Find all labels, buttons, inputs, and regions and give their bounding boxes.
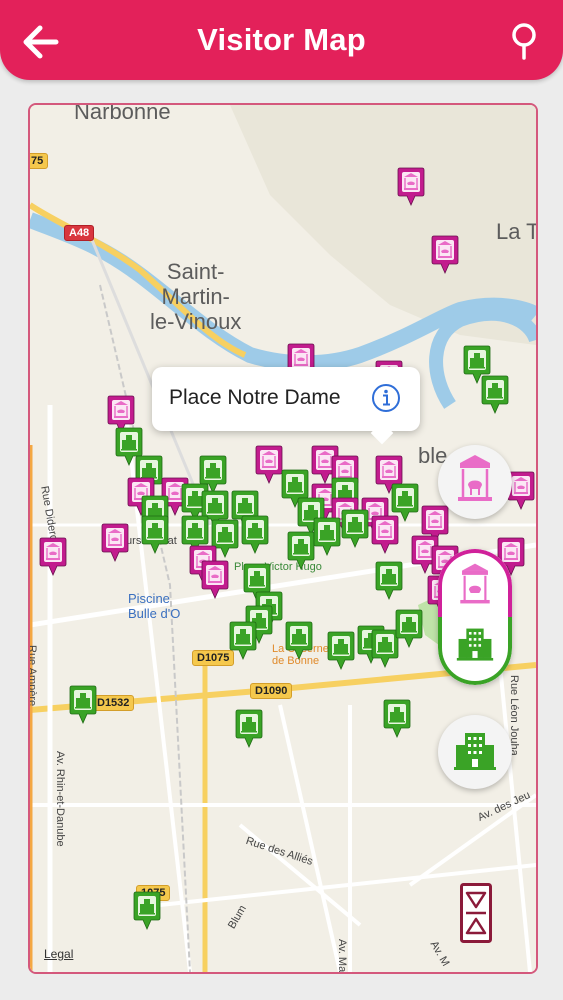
hotel-marker[interactable] [140, 515, 170, 555]
expand-collapse-icon [460, 883, 492, 943]
road-badge-d1532: D1532 [92, 695, 135, 711]
hotel-marker[interactable] [68, 685, 98, 725]
hotel-marker[interactable] [284, 621, 314, 661]
attraction-marker[interactable] [38, 537, 68, 577]
filter-all-toggle[interactable] [438, 549, 512, 685]
info-icon [372, 384, 400, 412]
hotel-marker[interactable] [382, 699, 412, 739]
location-pin-icon [512, 23, 536, 60]
map-label-saint-martin: Saint- Martin- le-Vinoux [150, 259, 242, 334]
street-av-ma: Av. Ma [336, 939, 348, 973]
street-av-rhin-et-danube: Av. Rhin-et-Danube [54, 751, 66, 847]
map-label-narbonne: Narbonne [74, 103, 171, 124]
location-button[interactable] [500, 18, 548, 66]
road-badge-d1090: D1090 [250, 683, 293, 699]
info-button[interactable] [371, 383, 401, 413]
callout-title: Place Notre Dame [169, 386, 341, 409]
attraction-marker[interactable] [430, 235, 460, 275]
filter-hotels-button[interactable] [438, 715, 512, 789]
map-legal-link[interactable]: Legal [44, 947, 73, 961]
hotel-marker[interactable] [312, 517, 342, 557]
app-header: Visitor Map [0, 0, 563, 80]
hotel-marker[interactable] [394, 609, 424, 649]
filter-attractions-button[interactable] [438, 445, 512, 519]
hotel-marker[interactable] [228, 621, 258, 661]
hotel-marker[interactable] [234, 709, 264, 749]
hotel-marker[interactable] [132, 891, 162, 931]
road-badge-75: 75 [30, 153, 49, 169]
expand-map-button[interactable] [460, 883, 492, 943]
road-badge-a48: A48 [64, 225, 95, 241]
hotel-marker[interactable] [340, 509, 370, 549]
attraction-marker[interactable] [100, 523, 130, 563]
place-callout[interactable]: Place Notre Dame [152, 367, 420, 445]
visitor-map[interactable]: Narbonne Saint- Martin- le-Vinoux La T b… [28, 103, 538, 974]
carousel-icon [460, 563, 490, 604]
street-rue-ampere: Rue Ampère [28, 645, 38, 707]
attraction-marker[interactable] [370, 515, 400, 555]
toggle-attractions-half[interactable] [438, 549, 512, 617]
poi-piscine: Piscine Bulle d'O [128, 591, 181, 621]
hotel-marker[interactable] [374, 561, 404, 601]
attraction-marker[interactable] [396, 167, 426, 207]
hotel-marker[interactable] [240, 515, 270, 555]
map-label-la-tronche: La T [496, 219, 538, 244]
attraction-marker[interactable] [200, 560, 230, 600]
toggle-hotels-half[interactable] [438, 617, 512, 685]
hotel-marker[interactable] [326, 631, 356, 671]
page-title: Visitor Map [197, 22, 366, 57]
hotel-building-icon [456, 628, 494, 661]
carousel-icon [458, 455, 492, 501]
hotel-building-icon [454, 733, 496, 770]
hotel-marker[interactable] [480, 375, 510, 415]
